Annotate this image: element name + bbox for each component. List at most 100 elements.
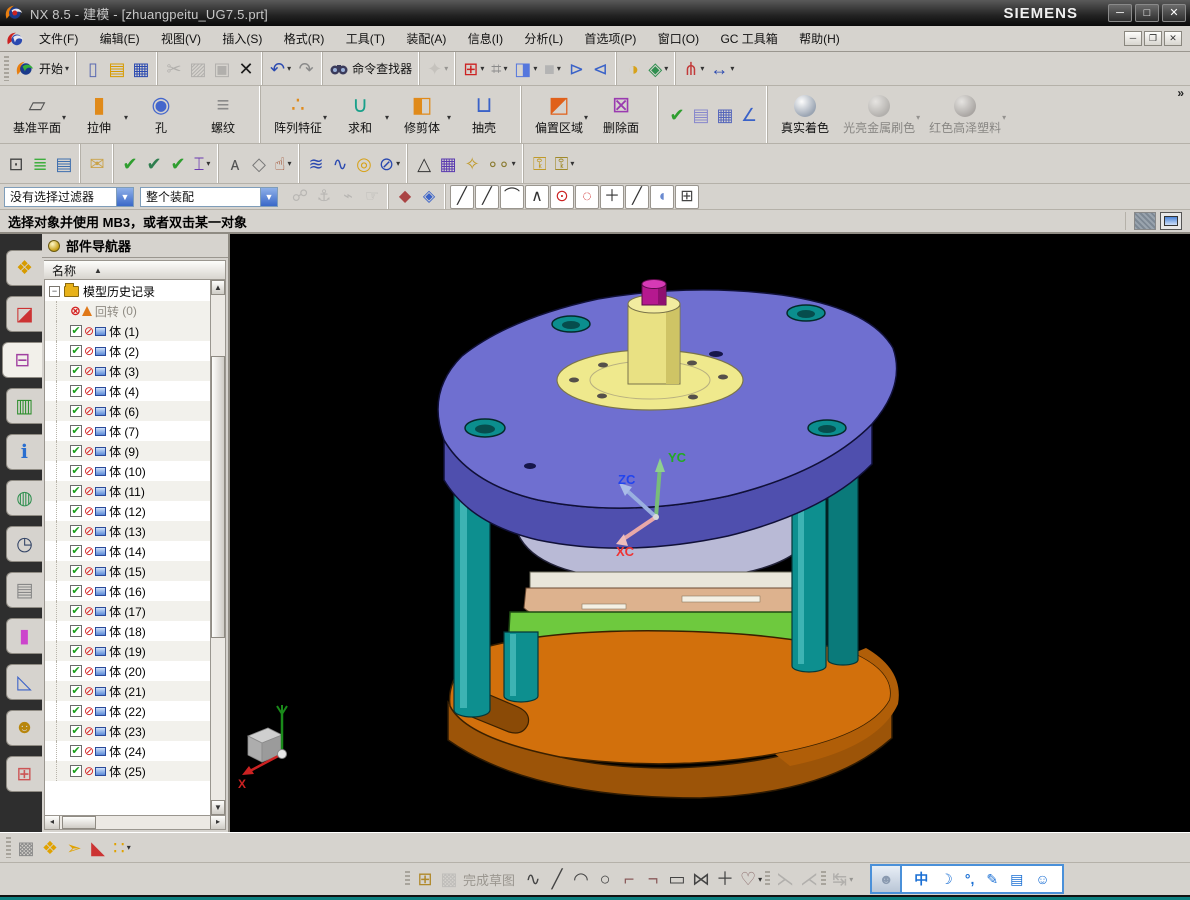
visibility-checkbox[interactable]: ✔	[70, 745, 82, 757]
redo-button[interactable]: ↷	[294, 57, 318, 81]
reuse-library-tab[interactable]: ▥	[6, 388, 42, 424]
appearance-style-button[interactable]: ◇	[247, 152, 271, 176]
scroll-left-icon[interactable]: ◂	[45, 816, 60, 829]
measure-distance-button[interactable]: ↔ ▾	[707, 57, 737, 81]
part-navigator-tab[interactable]: ⊟	[2, 342, 42, 378]
chamfer-button[interactable]: ¬	[641, 867, 665, 891]
counterbore-hole-right[interactable]	[807, 419, 847, 437]
triangle-datum-button[interactable]: △	[412, 152, 436, 176]
menu-preferences[interactable]: 首选项(P)	[575, 29, 645, 49]
visibility-checkbox[interactable]: ✔	[70, 725, 82, 737]
snap-endpoint-button[interactable]: ╱	[450, 184, 474, 209]
toolbar-drag-handle[interactable]	[821, 871, 827, 887]
tree-item-body[interactable]: ✔ ⊘ 体 (19)	[45, 641, 210, 661]
assembly-navigator-tab[interactable]: ❖	[6, 250, 42, 286]
tree-item-body[interactable]: ✔ ⊘ 体 (9)	[45, 441, 210, 461]
name-column-header[interactable]: 名称 ▲	[44, 260, 226, 280]
thread-button[interactable]: ≡ 螺纹	[192, 88, 254, 141]
annotation-note-button[interactable]: ✉	[85, 152, 109, 176]
menu-assemblies[interactable]: 装配(A)	[397, 29, 455, 49]
maximize-button[interactable]: □	[1135, 4, 1159, 22]
tree-item-body[interactable]: ✔ ⊘ 体 (15)	[45, 561, 210, 581]
start-menu-button[interactable]: 开始 ▾	[12, 57, 72, 81]
collapse-icon[interactable]: −	[49, 285, 60, 297]
toolbar-drag-handle[interactable]	[765, 871, 771, 887]
guide-pillar-front-left[interactable]	[503, 631, 539, 703]
tree-item-body[interactable]: ✔ ⊘ 体 (2)	[45, 341, 210, 361]
sketch-dimension-button[interactable]: ↹ ▾	[829, 867, 856, 891]
undo-button[interactable]: ↶ ▾	[267, 57, 294, 81]
delete-face-button[interactable]: ⊠ 删除面	[590, 88, 652, 141]
process-studio-tab[interactable]: ▤	[6, 572, 42, 608]
tree-item-body[interactable]: ✔ ⊘ 体 (21)	[45, 681, 210, 701]
polygon-button[interactable]: ⋈	[689, 867, 713, 891]
scroll-up-icon[interactable]: ▲	[211, 280, 225, 295]
small-hole-2[interactable]	[524, 463, 536, 469]
table-tolerance-button[interactable]: ▦	[436, 152, 460, 176]
menu-edit[interactable]: 编辑(E)	[91, 29, 149, 49]
selection-scope-dropdown[interactable]: 整个装配 ▼	[140, 186, 278, 207]
menu-window[interactable]: 窗口(O)	[649, 29, 708, 49]
center-cylinder[interactable]	[627, 294, 681, 385]
ime-softkeyboard-button[interactable]: ▤	[1004, 871, 1029, 887]
sync-modeling-check-button[interactable]: ✔	[665, 103, 689, 127]
visibility-checkbox[interactable]: ✔	[70, 325, 82, 337]
menu-help[interactable]: 帮助(H)	[790, 29, 849, 49]
scrollbar-thumb[interactable]	[62, 816, 96, 829]
counterbore-hole-left[interactable]	[464, 418, 506, 438]
pattern-feature-button[interactable]: ∴ 阵列特征 ▾	[267, 88, 329, 141]
tree-item-body[interactable]: ✔ ⊘ 体 (18)	[45, 621, 210, 641]
toolbar-drag-handle[interactable]	[6, 837, 11, 858]
tree-item-body[interactable]: ✔ ⊘ 体 (13)	[45, 521, 210, 541]
save-button[interactable]: ▦	[129, 57, 153, 81]
washer-button[interactable]: ◎	[352, 152, 376, 176]
dropdown-arrow-icon[interactable]: ▼	[116, 187, 133, 206]
visibility-checkbox[interactable]: ✔	[70, 665, 82, 677]
toolbar-drag-handle[interactable]	[4, 56, 9, 81]
tree-item-revolve-suppressed[interactable]: ⊗ 回转 (0)	[45, 301, 210, 321]
pattern-component-button[interactable]: ∷ ▾	[110, 836, 134, 860]
studio-spline-button[interactable]: ♡ ▾	[737, 867, 765, 891]
add-component-button[interactable]: ❖	[38, 836, 62, 860]
assembly-3d-model[interactable]: YC ZC XC X	[230, 234, 1190, 832]
history-tab[interactable]: ◷	[6, 526, 42, 562]
show-hide-plane-button[interactable]: ⊳	[564, 57, 588, 81]
datum-plane-button[interactable]: ▱ 基准平面 ▾	[6, 88, 68, 141]
appearance-a-button[interactable]: ᴀ	[223, 152, 247, 176]
visibility-checkbox[interactable]: ✔	[70, 425, 82, 437]
snap-midpoint-button[interactable]: ╱	[475, 184, 499, 209]
constraint-navigator-tab[interactable]: ◪	[6, 296, 42, 332]
tree-item-body[interactable]: ✔ ⊘ 体 (3)	[45, 361, 210, 381]
move-object-button[interactable]: ◈ ▾	[645, 57, 671, 81]
small-hole-1[interactable]	[709, 351, 723, 357]
shell-button[interactable]: ⊔ 抽壳	[453, 88, 515, 141]
select-interpart-button[interactable]: ⌁	[336, 185, 360, 209]
menu-file[interactable]: 文件(F)	[30, 29, 87, 49]
tree-item-body[interactable]: ✔ ⊘ 体 (24)	[45, 741, 210, 761]
highlight-box-button[interactable]: ◈	[417, 185, 441, 209]
visibility-checkbox[interactable]: ✔	[70, 485, 82, 497]
snap-grid-button[interactable]: ⊞	[675, 184, 699, 209]
tree-vertical-scrollbar[interactable]: ▲ ▼	[210, 280, 225, 815]
mdi-minimize-button[interactable]: ─	[1124, 31, 1142, 46]
system-scenes-tab[interactable]: ☻	[6, 710, 42, 746]
touch-mode-button[interactable]: ✦ ▾	[424, 57, 451, 81]
profile-button[interactable]: ∿	[521, 867, 545, 891]
menu-format[interactable]: 格式(R)	[275, 29, 334, 49]
tree-item-body[interactable]: ✔ ⊘ 体 (17)	[45, 601, 210, 621]
wcs-dynamics-button[interactable]: ◑	[621, 57, 645, 81]
menu-tools[interactable]: 工具(T)	[337, 29, 394, 49]
point-button[interactable]: ＋	[713, 867, 737, 891]
visibility-checkbox[interactable]: ✔	[70, 705, 82, 717]
coil-button[interactable]: ≋	[304, 152, 328, 176]
visibility-checkbox[interactable]: ✔	[70, 605, 82, 617]
open-file-button[interactable]: ▤	[105, 57, 129, 81]
tree-item-body[interactable]: ✔ ⊘ 体 (4)	[45, 381, 210, 401]
background-button[interactable]: ■ ▾	[540, 57, 564, 81]
visibility-checkbox[interactable]: ✔	[70, 545, 82, 557]
edit-display-button[interactable]: ☝ ▾	[271, 152, 295, 176]
select-window-button[interactable]: ⊡	[4, 152, 28, 176]
extrude-button[interactable]: ▮ 拉伸 ▾	[68, 88, 130, 141]
tree-item-model-history[interactable]: − 模型历史记录	[45, 281, 210, 301]
quick-trim-button[interactable]: ⋋	[773, 867, 797, 891]
